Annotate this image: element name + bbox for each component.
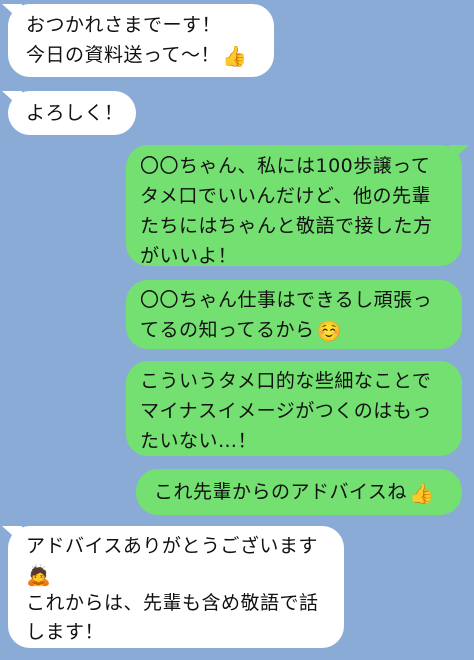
message-text-line: アドバイスありがとうございます (26, 535, 318, 557)
message-text-line: 〇〇ちゃん仕事はできるし頑張っ (140, 289, 433, 311)
thumbs-up-icon: 👍 (222, 44, 248, 68)
outgoing-message-bubble[interactable]: 〇〇ちゃん、私には100歩譲って タメ口でいいんだけど、他の先輩 たちにはちゃん… (126, 145, 462, 267)
message-text-line: たちにはちゃんと敬語で接した方 (140, 215, 433, 237)
outgoing-message-bubble[interactable]: こういうタメ口的な些細なことで マイナスイメージがつくのはもっ たいない…！ (126, 361, 462, 456)
message-text-line: よろしく！ (26, 102, 124, 124)
incoming-message-bubble[interactable]: よろしく！ (8, 91, 136, 135)
thumbs-up-icon: 👍 (408, 481, 435, 505)
incoming-message-bubble[interactable]: おつかれさまでーす！ 今日の資料送って〜！ 👍 (8, 4, 274, 77)
incoming-message-bubble[interactable]: アドバイスありがとうございます 🙇 これからは、先輩も含め敬語で話 します！ (8, 526, 344, 648)
message-text-line: こういうタメ口的な些細なことで (140, 370, 432, 392)
message-text-line: がいいよ！ (140, 245, 238, 267)
message-text-line: これ先輩からのアドバイスね 👍 (154, 481, 435, 505)
message-text-line: 今日の資料送って〜！ 👍 (26, 44, 248, 68)
message-text-line: します！ (26, 621, 105, 643)
outgoing-message-bubble[interactable]: これ先輩からのアドバイスね 👍 (136, 469, 462, 515)
message-text-line: これからは、先輩も含め敬語で話 (26, 592, 319, 614)
message-text-line: 〇〇ちゃん、私には100歩譲って (140, 155, 431, 177)
message-text-line: てるの知ってるから ☺️ (140, 319, 342, 343)
message-text-line: タメ口でいいんだけど、他の先輩 (140, 185, 431, 207)
bowing-person-icon: 🙇 (26, 563, 52, 587)
message-text-line: マイナスイメージがつくのはもっ (140, 400, 432, 422)
message-text-line: おつかれさまでーす！ (26, 14, 222, 36)
message-text-line: たいない…！ (140, 430, 258, 452)
outgoing-message-bubble[interactable]: 〇〇ちゃん仕事はできるし頑張っ てるの知ってるから ☺️ (126, 280, 462, 349)
chat-thread: おつかれさまでーす！ 今日の資料送って〜！ 👍 よろしく！ 〇〇ちゃん、私には10… (0, 0, 474, 660)
smiling-face-icon: ☺️ (316, 319, 342, 343)
